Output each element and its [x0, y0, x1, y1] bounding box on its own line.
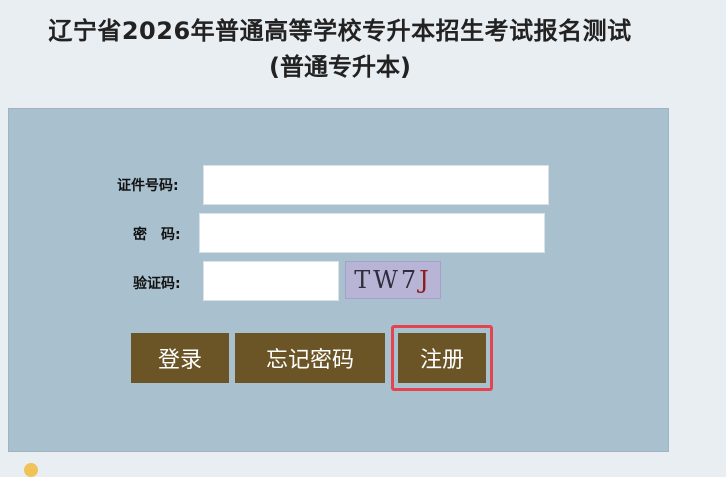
- id-number-input[interactable]: [203, 165, 549, 205]
- captcha-label: 验证码:: [133, 276, 181, 292]
- register-button[interactable]: 注册: [398, 333, 486, 383]
- password-input[interactable]: [199, 213, 545, 253]
- captcha-text: TW7: [354, 266, 420, 294]
- page-title: 辽宁省2026年普通高等学校专升本招生考试报名测试 (普通专升本): [0, 14, 680, 84]
- id-number-label: 证件号码:: [117, 178, 179, 194]
- login-panel: 证件号码: 密 码: 验证码: TW7 J 登录 忘记密码 注册: [8, 108, 669, 452]
- captcha-text-last: J: [419, 266, 432, 294]
- title-line-2: (普通专升本): [269, 53, 411, 81]
- forgot-password-button[interactable]: 忘记密码: [235, 333, 385, 383]
- captcha-image[interactable]: TW7 J: [345, 261, 441, 299]
- captcha-input[interactable]: [203, 261, 339, 301]
- password-label: 密 码:: [133, 227, 181, 243]
- login-button[interactable]: 登录: [131, 333, 229, 383]
- title-line-1: 辽宁省2026年普通高等学校专升本招生考试报名测试: [48, 17, 632, 45]
- decorative-dot-icon: [24, 463, 38, 477]
